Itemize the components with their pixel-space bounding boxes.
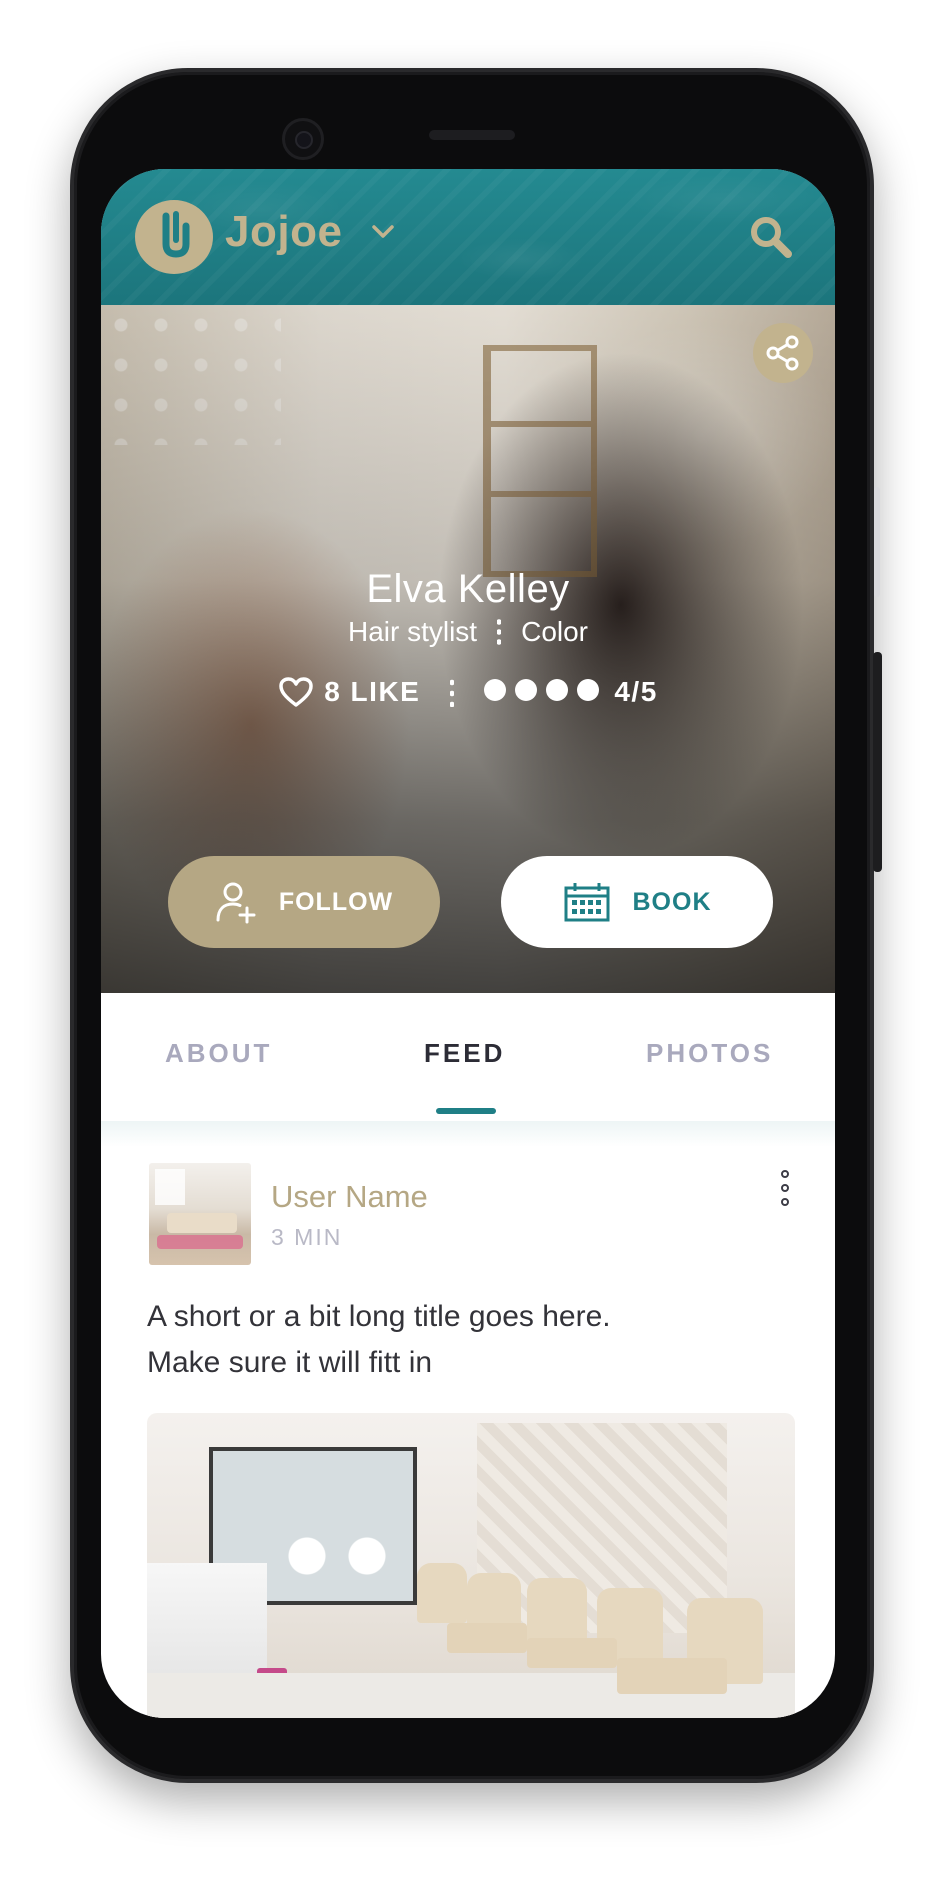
app-screen: Jojoe Elva Kelley Hair stylist Color 8 L… [101, 169, 835, 1718]
avatar[interactable] [149, 1163, 251, 1265]
rating-dot [546, 679, 569, 701]
active-tab-indicator [436, 1108, 496, 1114]
rating-dot [484, 679, 507, 701]
search-icon[interactable] [749, 215, 793, 259]
profile-tabs: ABOUT FEED PHOTOS [101, 993, 835, 1121]
more-options-icon[interactable] [781, 1170, 793, 1216]
salon-chair [417, 1563, 467, 1623]
post-image[interactable] [147, 1413, 795, 1718]
avatar-accent [157, 1235, 243, 1249]
avatar-chairs [167, 1213, 237, 1233]
profile-hero: Elva Kelley Hair stylist Color 8 LIKE 4/5… [101, 305, 835, 993]
rating-dots [484, 676, 608, 708]
tab-photos[interactable]: PHOTOS [646, 1038, 773, 1069]
profile-name: Elva Kelley [366, 567, 570, 611]
app-header: Jojoe [101, 169, 835, 305]
calendar-icon [564, 883, 609, 922]
volume-button [874, 487, 880, 597]
dot [781, 1198, 789, 1206]
salon-footbath [527, 1638, 617, 1668]
role-primary: Hair stylist [347, 616, 478, 647]
profile-stats: 8 LIKE 4/5 [101, 672, 835, 712]
share-button[interactable] [753, 323, 813, 383]
logo-j-icon [162, 211, 190, 258]
salon-footbath [617, 1658, 727, 1694]
rating-dot [515, 679, 538, 701]
brand-name[interactable]: Jojoe [225, 207, 342, 257]
power-button [873, 652, 882, 872]
follow-button[interactable]: FOLLOW [168, 856, 440, 948]
dot [781, 1170, 789, 1178]
post-timestamp: 3 MIN [271, 1224, 343, 1250]
dot [781, 1184, 789, 1192]
salon-footbath [447, 1623, 527, 1653]
salon-mirrors [287, 1531, 407, 1581]
role-separator [497, 617, 502, 645]
likes-count[interactable]: 8 LIKE [324, 676, 420, 708]
follow-label: FOLLOW [278, 887, 394, 916]
book-label: BOOK [632, 887, 712, 916]
tab-about[interactable]: ABOUT [165, 1038, 272, 1069]
post-title-line: A short or a bit long title goes here. [147, 1300, 611, 1333]
post-title-line: Make sure it will fitt in [147, 1346, 433, 1379]
post-user-name[interactable]: User Name [271, 1179, 428, 1215]
front-camera [282, 118, 324, 160]
post-title: A short or a bit long title goes here. M… [147, 1294, 787, 1386]
book-button[interactable]: BOOK [501, 856, 773, 948]
role-secondary: Color [521, 616, 589, 647]
chevron-down-icon[interactable] [371, 224, 395, 240]
tab-feed[interactable]: FEED [424, 1038, 505, 1069]
share-icon [766, 335, 799, 371]
rating-dot [577, 679, 600, 701]
tabs-divider-shadow [101, 1121, 835, 1147]
earpiece-speaker [429, 130, 515, 140]
rating-value: 4/5 [614, 676, 658, 707]
add-user-icon [216, 882, 256, 924]
stats-separator [450, 677, 455, 707]
avatar-window [155, 1169, 185, 1205]
heart-icon[interactable] [278, 676, 314, 708]
brand-logo[interactable] [135, 200, 213, 274]
profile-roles: Hair stylist Color [101, 616, 835, 648]
